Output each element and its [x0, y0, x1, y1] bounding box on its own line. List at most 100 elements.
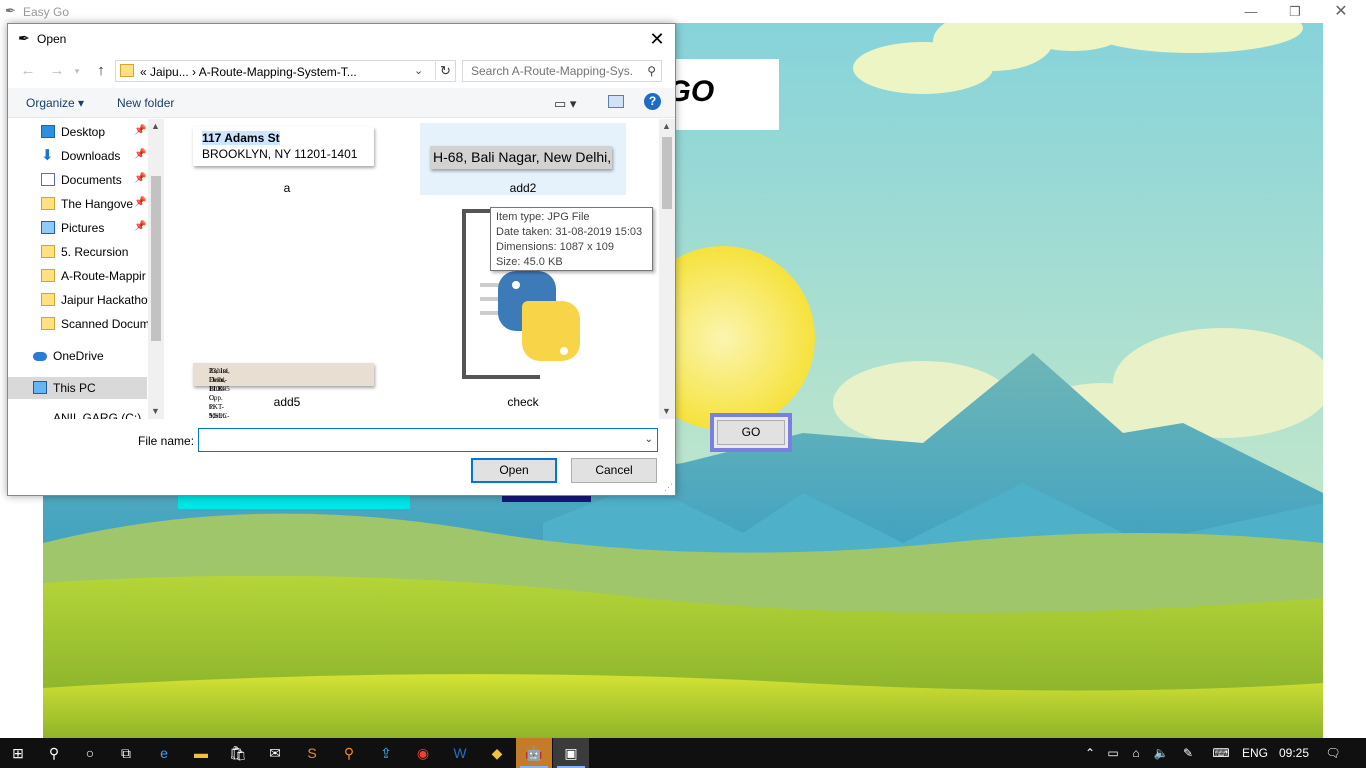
- file-thumbnail-a[interactable]: 117 Adams St BROOKLYN, NY 11201-1401: [193, 127, 374, 166]
- battery-icon[interactable]: ▭: [1103, 738, 1123, 768]
- nav-item-5-recursion[interactable]: 5. Recursion: [8, 241, 148, 263]
- cyan-input-strip[interactable]: [178, 494, 410, 509]
- search-box[interactable]: ⚲: [462, 60, 662, 82]
- this-pc-icon: [33, 381, 47, 394]
- scrollbar-thumb[interactable]: [662, 137, 672, 209]
- address-bar[interactable]: « Jaipu... › A-Route-Mapping-System-T...…: [115, 60, 456, 82]
- file-name-input[interactable]: [203, 432, 633, 448]
- windows-start-icon[interactable]: ⊞: [0, 738, 36, 768]
- onedrive-icon: [33, 352, 47, 361]
- folder-icon: [41, 317, 55, 330]
- window-margin-right: [1323, 23, 1366, 738]
- file-item-check[interactable]: check: [420, 337, 626, 409]
- navigation-scrollbar[interactable]: ▲ ▼: [148, 119, 164, 419]
- help-icon[interactable]: ?: [644, 93, 661, 110]
- keyboard-icon[interactable]: ⌨: [1207, 738, 1235, 768]
- organize-button[interactable]: Organize ▾: [26, 96, 84, 110]
- search-input[interactable]: [469, 63, 635, 79]
- cortana-icon[interactable]: ○: [72, 738, 108, 768]
- forward-arrow-icon[interactable]: →: [48, 63, 66, 79]
- file-name: check: [507, 395, 539, 409]
- nav-item-label: ANIL GARG (C:): [53, 411, 142, 419]
- python-app-icon[interactable]: ▣: [553, 738, 589, 768]
- pin-icon: 📌: [134, 221, 147, 232]
- search-icon[interactable]: ⚲: [36, 738, 72, 768]
- sublime-icon[interactable]: S: [294, 738, 330, 768]
- nav-item-this-pc[interactable]: This PC: [8, 377, 147, 399]
- dialog-title: Open: [37, 32, 67, 46]
- file-name-combobox[interactable]: ⌄: [198, 428, 658, 452]
- dialog-navigation-bar: ← → ▾ ↑ « Jaipu... › A-Route-Mapping-Sys…: [8, 54, 675, 88]
- file-name: a: [283, 181, 291, 195]
- nav-item-jaipur-hackathon[interactable]: Jaipur Hackatho: [8, 289, 148, 311]
- scroll-up-icon[interactable]: ▲: [662, 121, 671, 131]
- share-icon[interactable]: ⇪: [368, 738, 404, 768]
- nav-item-label: The Hangove: [61, 197, 134, 211]
- open-button[interactable]: Open: [471, 458, 557, 483]
- scroll-down-icon[interactable]: ▼: [662, 406, 671, 416]
- chevron-down-icon[interactable]: ⌄: [645, 434, 653, 445]
- taskbar: ⊞ ⚲ ○ ⧉ e ▬ 🛍 ✉ S ⚲ ⇪ ◉ W ◆ 🤖 ▣ ⌃ ▭ ⌂ 🔈 …: [0, 738, 1366, 768]
- chevron-down-icon[interactable]: ⌄: [414, 64, 423, 77]
- minimize-button[interactable]: —: [1228, 0, 1274, 23]
- scroll-down-icon[interactable]: ▼: [151, 406, 160, 416]
- restore-button[interactable]: ❐: [1272, 0, 1318, 23]
- search-icon[interactable]: ⚲: [647, 64, 656, 78]
- change-view-icon[interactable]: ▭ ▾: [554, 96, 576, 112]
- nav-item-downloads[interactable]: ⬇ Downloads 📌: [8, 145, 148, 167]
- tooltip-size: Size: 45.0 KB: [496, 256, 563, 268]
- scroll-up-icon[interactable]: ▲: [151, 121, 160, 131]
- nav-item-label: Pictures: [61, 221, 105, 235]
- notifications-icon[interactable]: 🗨: [1320, 738, 1346, 768]
- android-studio-icon[interactable]: 🤖: [516, 738, 552, 768]
- folder-icon: [41, 269, 55, 282]
- clock[interactable]: 09:25: [1274, 738, 1314, 768]
- address-path[interactable]: « Jaipu... › A-Route-Mapping-System-T...: [140, 65, 357, 79]
- nav-item-documents[interactable]: Documents 📌: [8, 169, 148, 191]
- nav-item-a-route-mapping[interactable]: A-Route-Mappir: [8, 265, 148, 287]
- cancel-button[interactable]: Cancel: [571, 458, 657, 483]
- scrollbar-thumb[interactable]: [151, 176, 161, 341]
- store-icon[interactable]: 🛍: [220, 738, 256, 768]
- nav-item-the-hangove[interactable]: The Hangove 📌: [8, 193, 148, 215]
- file-name: add2: [509, 181, 537, 195]
- download-icon: ⬇: [41, 147, 54, 164]
- new-folder-button[interactable]: New folder: [117, 96, 174, 110]
- chrome-icon[interactable]: ◉: [405, 738, 441, 768]
- go-button[interactable]: GO: [717, 420, 785, 445]
- nav-item-label: This PC: [53, 381, 96, 395]
- git-icon[interactable]: ◆: [479, 738, 515, 768]
- file-thumbnail-add2[interactable]: H-68, Bali Nagar, New Delhi,: [430, 146, 612, 169]
- feather-icon: ✒: [5, 3, 16, 18]
- nav-item-label: Jaipur Hackatho: [61, 293, 148, 307]
- file-thumbnail-add5[interactable]: 23, 1st Floor, BLK-C, PKT-9,SEC-7,Rohini…: [193, 363, 374, 419]
- nav-item-drive-c[interactable]: ANIL GARG (C:): [8, 409, 148, 419]
- pen-icon[interactable]: ✎: [1178, 738, 1198, 768]
- nav-item-desktop[interactable]: Desktop 📌: [8, 121, 148, 143]
- nav-item-pictures[interactable]: Pictures 📌: [8, 217, 148, 239]
- nav-item-label: 5. Recursion: [61, 245, 129, 259]
- chevron-up-icon[interactable]: ⌃: [1080, 738, 1100, 768]
- up-arrow-icon[interactable]: ↑: [92, 63, 110, 79]
- language-indicator[interactable]: ENG: [1240, 738, 1270, 768]
- close-button[interactable]: ✕: [1318, 0, 1364, 23]
- nav-item-scanned-documents[interactable]: Scanned Docum: [8, 313, 148, 335]
- word-icon[interactable]: W: [442, 738, 478, 768]
- file-list-scrollbar[interactable]: ▲ ▼: [659, 119, 675, 419]
- volume-icon[interactable]: 🔈: [1151, 738, 1171, 768]
- file-explorer-icon[interactable]: ▬: [183, 738, 219, 768]
- folder-icon: [41, 197, 55, 210]
- refresh-icon[interactable]: ↻: [435, 62, 455, 80]
- mail-icon[interactable]: ✉: [257, 738, 293, 768]
- desktop-icon: [41, 125, 55, 138]
- task-view-icon[interactable]: ⧉: [108, 738, 144, 768]
- dialog-close-icon[interactable]: ✕: [645, 27, 669, 51]
- network-icon[interactable]: ⌂: [1126, 738, 1146, 768]
- edge-icon[interactable]: e: [146, 738, 182, 768]
- back-arrow-icon[interactable]: ←: [19, 63, 37, 79]
- search-app-icon[interactable]: ⚲: [331, 738, 367, 768]
- preview-pane-icon[interactable]: [608, 95, 624, 108]
- resize-grip-icon[interactable]: ⋰: [664, 482, 673, 493]
- nav-item-onedrive[interactable]: OneDrive: [8, 345, 148, 367]
- recent-locations-icon[interactable]: ▾: [68, 63, 86, 79]
